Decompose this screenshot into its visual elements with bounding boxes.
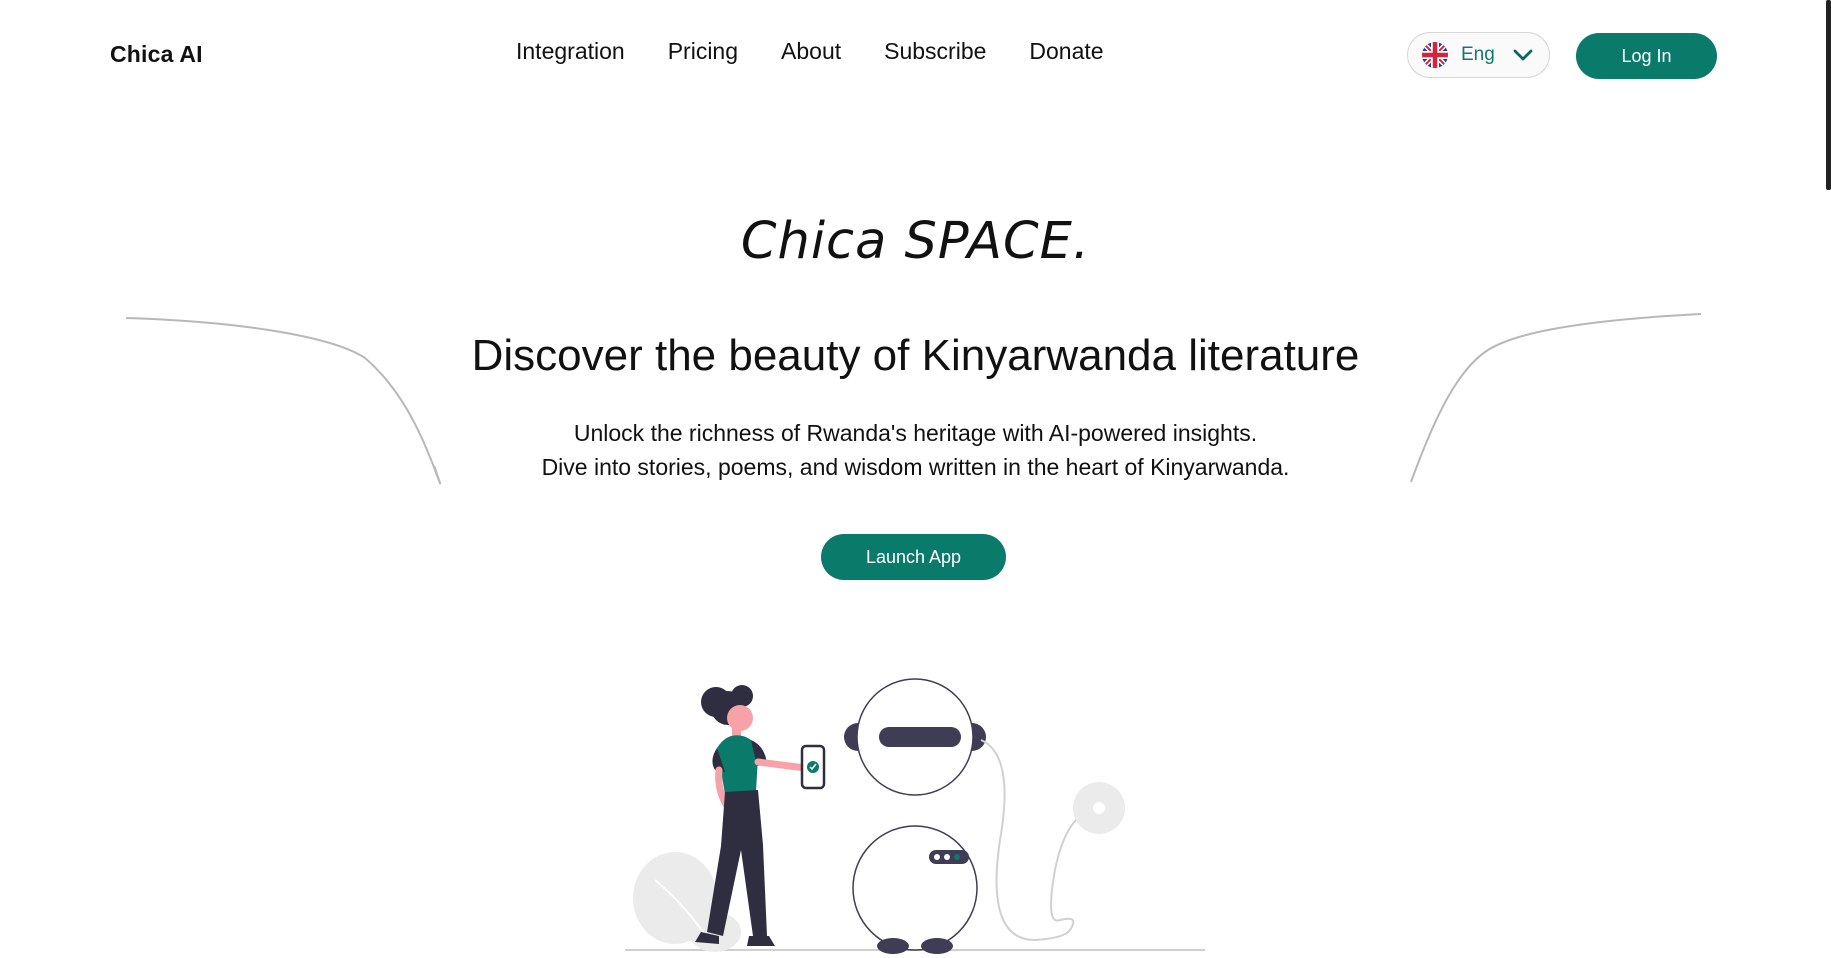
nav-item-integration[interactable]: Integration xyxy=(516,38,625,65)
nav-item-about[interactable]: About xyxy=(781,38,841,65)
logo[interactable]: Chica AI xyxy=(110,41,203,68)
main-nav: Integration Pricing About Subscribe Dona… xyxy=(516,38,1104,65)
uk-flag-icon xyxy=(1422,42,1448,68)
nav-item-subscribe[interactable]: Subscribe xyxy=(884,38,986,65)
woman-and-robot-illustration xyxy=(625,678,1205,954)
language-label: Eng xyxy=(1461,44,1495,65)
nav-item-pricing[interactable]: Pricing xyxy=(668,38,738,65)
launch-app-button[interactable]: Launch App xyxy=(821,534,1006,580)
hero-subtitle: Unlock the richness of Rwanda's heritage… xyxy=(0,416,1831,484)
language-selector[interactable]: Eng xyxy=(1407,32,1550,78)
hero-subtitle-line-1: Unlock the richness of Rwanda's heritage… xyxy=(573,420,1258,446)
login-button[interactable]: Log In xyxy=(1576,33,1717,79)
hero-subtitle-line-2: Dive into stories, poems, and wisdom wri… xyxy=(541,454,1290,480)
scrollbar[interactable] xyxy=(1826,0,1831,190)
hero-heading: Discover the beauty of Kinyarwanda liter… xyxy=(471,331,1360,380)
chevron-down-icon xyxy=(1513,48,1533,62)
nav-item-donate[interactable]: Donate xyxy=(1029,38,1103,65)
hero-title: Chica SPACE. xyxy=(740,212,1091,271)
landing-page: Chica AI Integration Pricing About Subsc… xyxy=(0,0,1831,958)
